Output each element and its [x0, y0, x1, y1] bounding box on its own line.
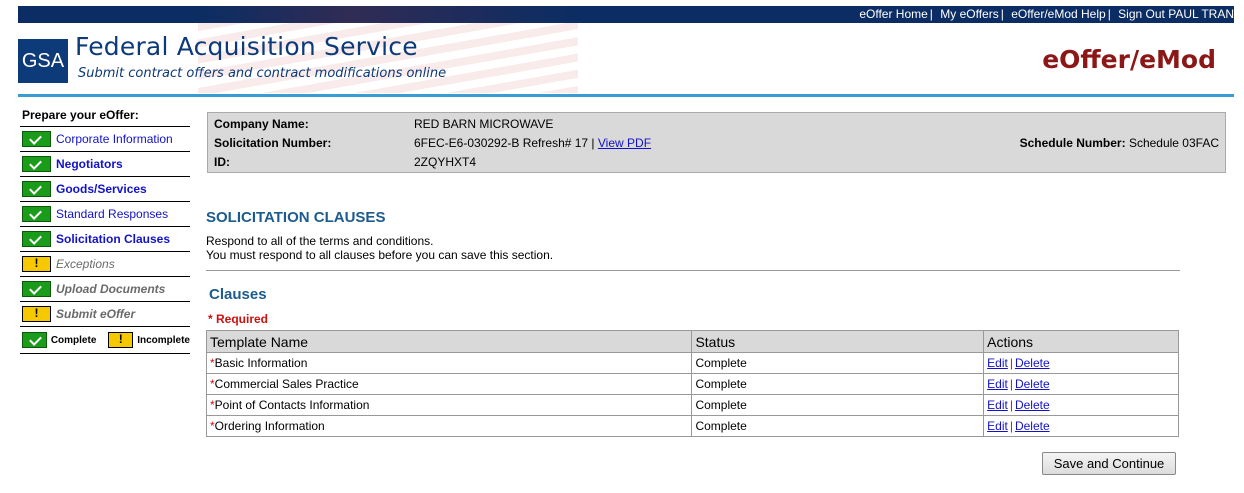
company-info-panel: Company Name: RED BARN MICROWAVE Solicit… — [207, 112, 1226, 173]
status-legend: Complete Incomplete — [20, 327, 190, 354]
site-subtitle: Submit contract offers and contract modi… — [78, 66, 447, 81]
instruction-line: Respond to all of the terms and conditio… — [206, 234, 434, 248]
actions-cell: Edit | Delete — [983, 352, 1179, 374]
sidebar-item-label[interactable]: Goods/Services — [56, 182, 147, 196]
save-and-continue-button[interactable]: Save and Continue — [1042, 452, 1176, 475]
sidebar-item-submit-eoffer: Submit eOffer — [20, 302, 190, 327]
sidebar-item-negotiators[interactable]: Negotiators — [20, 152, 190, 177]
nav-link-eoffer-home[interactable]: eOffer Home — [859, 7, 927, 21]
actions-cell: Edit | Delete — [983, 373, 1179, 395]
site-title: Federal Acquisition Service — [75, 32, 418, 61]
table-row: *Commercial Sales Practice Complete Edit… — [205, 373, 1179, 395]
sidebar-item-exceptions: Exceptions — [20, 252, 190, 277]
template-name: Point of Contacts Information — [214, 398, 370, 412]
edit-link[interactable]: Edit — [987, 377, 1008, 391]
sidebar-item-label: Exceptions — [56, 257, 115, 271]
delete-link[interactable]: Delete — [1015, 419, 1050, 433]
edit-link[interactable]: Edit — [987, 356, 1008, 370]
legend-complete-label: Complete — [50, 334, 97, 346]
template-name-cell: *Basic Information — [205, 352, 693, 374]
sidebar-item-standard-responses[interactable]: Standard Responses — [20, 202, 190, 227]
column-header: Status — [691, 330, 985, 353]
view-pdf-link[interactable]: View PDF — [598, 136, 651, 150]
nav-link-help[interactable]: eOffer/eMod Help — [1011, 7, 1106, 21]
sidebar-item-label: Submit eOffer — [56, 307, 136, 321]
actions-cell: Edit | Delete — [983, 394, 1179, 416]
nav-link-sign-out[interactable]: Sign Out PAUL TRAN — [1118, 7, 1234, 21]
sidebar-item-goods-services[interactable]: Goods/Services — [20, 177, 190, 202]
delete-link[interactable]: Delete — [1015, 356, 1050, 370]
sidebar-item-solicitation-clauses[interactable]: Solicitation Clauses — [20, 227, 190, 252]
status-cell: Complete — [691, 415, 985, 437]
top-nav: eOffer Home | My eOffers | eOffer/eMod Hel… — [18, 6, 1234, 23]
header-divider — [18, 94, 1234, 97]
column-header: Template Name — [205, 330, 693, 353]
sidebar-item-label[interactable]: Standard Responses — [56, 207, 168, 221]
delete-link[interactable]: Delete — [1015, 398, 1050, 412]
template-name: Ordering Information — [214, 419, 325, 433]
actions-cell: Edit | Delete — [983, 415, 1179, 437]
sidebar-heading: Prepare your eOffer: — [20, 105, 190, 127]
id-value: 2ZQYHXT4 — [414, 155, 477, 169]
company-name-value: RED BARN MICROWAVE — [414, 117, 554, 131]
template-name: Commercial Sales Practice — [214, 377, 359, 391]
page-title: SOLICITATION CLAUSES — [206, 209, 386, 226]
id-label: ID: — [214, 155, 230, 169]
status-cell: Complete — [691, 394, 985, 416]
complete-check-icon — [22, 131, 51, 147]
table-row: *Basic Information Complete Edit | Delete — [205, 352, 1179, 374]
complete-check-icon — [22, 206, 51, 222]
table-row: *Ordering Information Complete Edit | Dele… — [205, 415, 1179, 437]
sidebar-item-corporate-information[interactable]: Corporate Information — [20, 127, 190, 152]
delete-link[interactable]: Delete — [1015, 377, 1050, 391]
sidebar-item-label: Upload Documents — [56, 282, 166, 296]
template-name-cell: *Ordering Information — [205, 415, 693, 437]
nav-link-my-eoffers[interactable]: My eOffers — [940, 7, 998, 21]
edit-link[interactable]: Edit — [987, 419, 1008, 433]
sidebar-item-upload-documents: Upload Documents — [20, 277, 190, 302]
table-header-row: Template Name Status Actions — [205, 330, 1179, 353]
legend-incomplete-label: Incomplete — [137, 334, 190, 346]
solicitation-number-label: Solicitation Number: — [214, 136, 332, 150]
complete-check-icon — [22, 156, 51, 172]
template-name-cell: *Commercial Sales Practice — [205, 373, 693, 395]
table-row: *Point of Contacts Information Complete … — [205, 394, 1179, 416]
column-header: Actions — [983, 330, 1179, 353]
complete-check-icon — [22, 231, 51, 247]
instruction-line: You must respond to all clauses before y… — [206, 248, 554, 262]
flag-banner — [198, 6, 578, 23]
incomplete-warning-icon — [22, 256, 51, 272]
status-cell: Complete — [691, 352, 985, 374]
sidebar-item-label[interactable]: Solicitation Clauses — [56, 232, 170, 246]
complete-check-icon — [22, 281, 51, 297]
template-name: Basic Information — [214, 356, 308, 370]
schedule-number-label: Schedule Number: — [1019, 136, 1126, 150]
clauses-heading: Clauses — [209, 286, 267, 303]
complete-check-icon — [22, 181, 51, 197]
complete-check-icon — [22, 332, 47, 348]
template-name-cell: *Point of Contacts Information — [205, 394, 693, 416]
solicitation-number-text: 6FEC-E6-030292-B Refresh# 17 | — [414, 136, 595, 150]
incomplete-warning-icon — [22, 306, 51, 322]
site-header: GSA Federal Acquisition Service Submit c… — [18, 23, 1234, 95]
edit-link[interactable]: Edit — [987, 398, 1008, 412]
clauses-table: Template Name Status Actions *Basic Info… — [205, 330, 1179, 437]
incomplete-warning-icon — [108, 332, 134, 348]
schedule-number-value: Schedule 03FAC — [1128, 136, 1219, 150]
required-note: * Required — [208, 312, 269, 326]
sidebar-item-label[interactable]: Negotiators — [56, 157, 123, 171]
solicitation-number-value: 6FEC-E6-030292-B Refresh# 17 | View PDF — [414, 136, 651, 150]
status-cell: Complete — [691, 373, 985, 395]
section-divider — [206, 270, 1180, 271]
sidebar: Prepare your eOffer: Corporate Informati… — [20, 105, 190, 354]
sidebar-item-label[interactable]: Corporate Information — [56, 132, 173, 146]
company-name-label: Company Name: — [214, 117, 309, 131]
instructions: Respond to all of the terms and conditio… — [206, 234, 553, 262]
schedule-number: Schedule Number: Schedule 03FAC — [1020, 136, 1219, 150]
gsa-logo[interactable]: GSA — [18, 39, 68, 83]
app-title: eOffer/eMod — [1042, 45, 1216, 74]
